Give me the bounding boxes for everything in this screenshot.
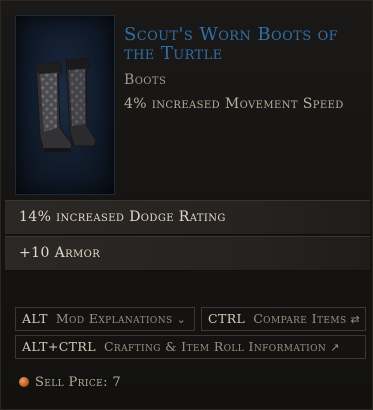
item-portrait [15,15,115,195]
gold-coin-icon [19,377,29,387]
ctrl-key-label: CTRL [208,311,246,326]
crafting-info-button[interactable]: ALT+CTRL Crafting & Item Roll Information… [15,335,366,359]
affix-row: 14% increased Dodge Rating [5,200,370,235]
alt-ctrl-key-label: ALT+CTRL [22,339,96,354]
compare-items-button[interactable]: CTRL Compare Items ⇄ [201,307,366,331]
chevron-down-icon: ⌄ [176,313,187,326]
crafting-info-label: Crafting & Item Roll Information [103,339,327,354]
arrow-out-icon: ↗ [330,341,340,354]
item-implicit: 4% increased Movement Speed [124,96,344,112]
item-type: Boots [124,72,167,88]
sell-price-label: Sell Price: 7 [35,375,122,390]
mod-explanations-button[interactable]: ALT Mod Explanations ⌄ [15,307,195,331]
mod-explanations-label: Mod Explanations [55,311,173,326]
compare-icon: ⇄ [350,313,361,326]
affix-text: 14% increased Dodge Rating [19,209,226,225]
affix-text: +10 Armor [19,245,101,261]
item-name: Scout's Worn Boots of the Turtle [124,24,339,64]
affix-row: +10 Armor [5,236,370,271]
compare-items-label: Compare Items [253,311,347,326]
sell-price: Sell Price: 7 [19,375,121,390]
item-tooltip: Scout's Worn Boots of the Turtle Boots 4… [0,0,373,410]
boots-icon [35,57,97,153]
alt-key-label: ALT [22,311,48,326]
